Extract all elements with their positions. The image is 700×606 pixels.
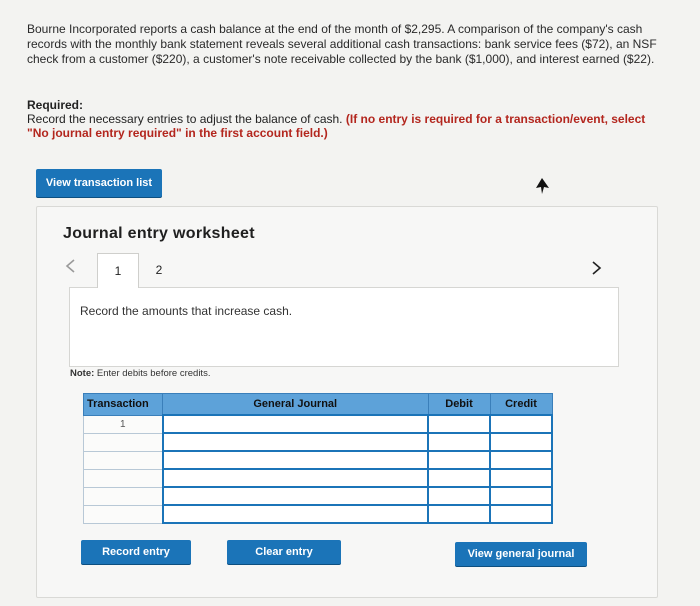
transaction-number	[83, 468, 163, 488]
debit-input[interactable]	[427, 432, 491, 452]
table-row	[83, 468, 553, 488]
required-section: Required: Record the necessary entries t…	[27, 98, 667, 140]
column-header-transaction: Transaction	[83, 393, 163, 416]
record-entry-button[interactable]: Record entry	[81, 540, 191, 564]
transaction-number	[83, 486, 163, 506]
general-journal-input[interactable]	[161, 468, 429, 488]
column-header-general-journal: General Journal	[162, 393, 429, 416]
transaction-number: 1	[83, 414, 163, 434]
column-header-credit: Credit	[489, 393, 553, 416]
transaction-number	[83, 450, 163, 470]
note-body: Enter debits before credits.	[96, 368, 211, 379]
general-journal-input[interactable]	[161, 414, 429, 434]
transaction-description: Record the amounts that increase cash.	[80, 304, 293, 318]
credit-input[interactable]	[489, 432, 553, 452]
view-transaction-list-button[interactable]: View transaction list	[36, 169, 162, 197]
transaction-number	[83, 504, 163, 524]
worksheet-title: Journal entry worksheet	[63, 225, 255, 242]
table-row	[83, 432, 553, 452]
table-row	[83, 450, 553, 470]
debit-input[interactable]	[427, 486, 491, 506]
clear-entry-button[interactable]: Clear entry	[227, 540, 341, 564]
general-journal-input[interactable]	[161, 450, 429, 470]
table-row	[83, 504, 553, 524]
credit-input[interactable]	[489, 504, 553, 524]
view-general-journal-button[interactable]: View general journal	[455, 542, 587, 566]
chevron-right-icon[interactable]	[590, 261, 602, 275]
required-heading: Required:	[27, 98, 84, 112]
credit-input[interactable]	[489, 486, 553, 506]
credit-input[interactable]	[489, 450, 553, 470]
debit-input[interactable]	[427, 450, 491, 470]
general-journal-input[interactable]	[161, 486, 429, 506]
required-instruction: Record the necessary entries to adjust t…	[27, 112, 343, 126]
tab-2[interactable]: 2	[139, 253, 179, 287]
problem-statement: Bourne Incorporated reports a cash balan…	[27, 22, 657, 66]
journal-entry-table: Transaction General Journal Debit Credit…	[83, 393, 553, 524]
general-journal-input[interactable]	[161, 504, 429, 524]
transaction-description-box: Record the amounts that increase cash.	[69, 287, 619, 367]
note-text: Note: Enter debits before credits.	[70, 368, 210, 379]
credit-input[interactable]	[489, 414, 553, 434]
mouse-cursor-icon	[536, 178, 549, 194]
debit-input[interactable]	[427, 414, 491, 434]
credit-input[interactable]	[489, 468, 553, 488]
debit-input[interactable]	[427, 504, 491, 524]
debit-input[interactable]	[427, 468, 491, 488]
tab-1[interactable]: 1	[97, 253, 139, 288]
journal-entry-worksheet: Journal entry worksheet 1 2 Record the a…	[36, 206, 658, 598]
transaction-number	[83, 432, 163, 452]
chevron-left-icon[interactable]	[65, 259, 77, 273]
table-row	[83, 486, 553, 506]
column-header-debit: Debit	[427, 393, 491, 416]
table-row: 1	[83, 414, 553, 434]
note-label: Note:	[70, 368, 95, 379]
general-journal-input[interactable]	[161, 432, 429, 452]
